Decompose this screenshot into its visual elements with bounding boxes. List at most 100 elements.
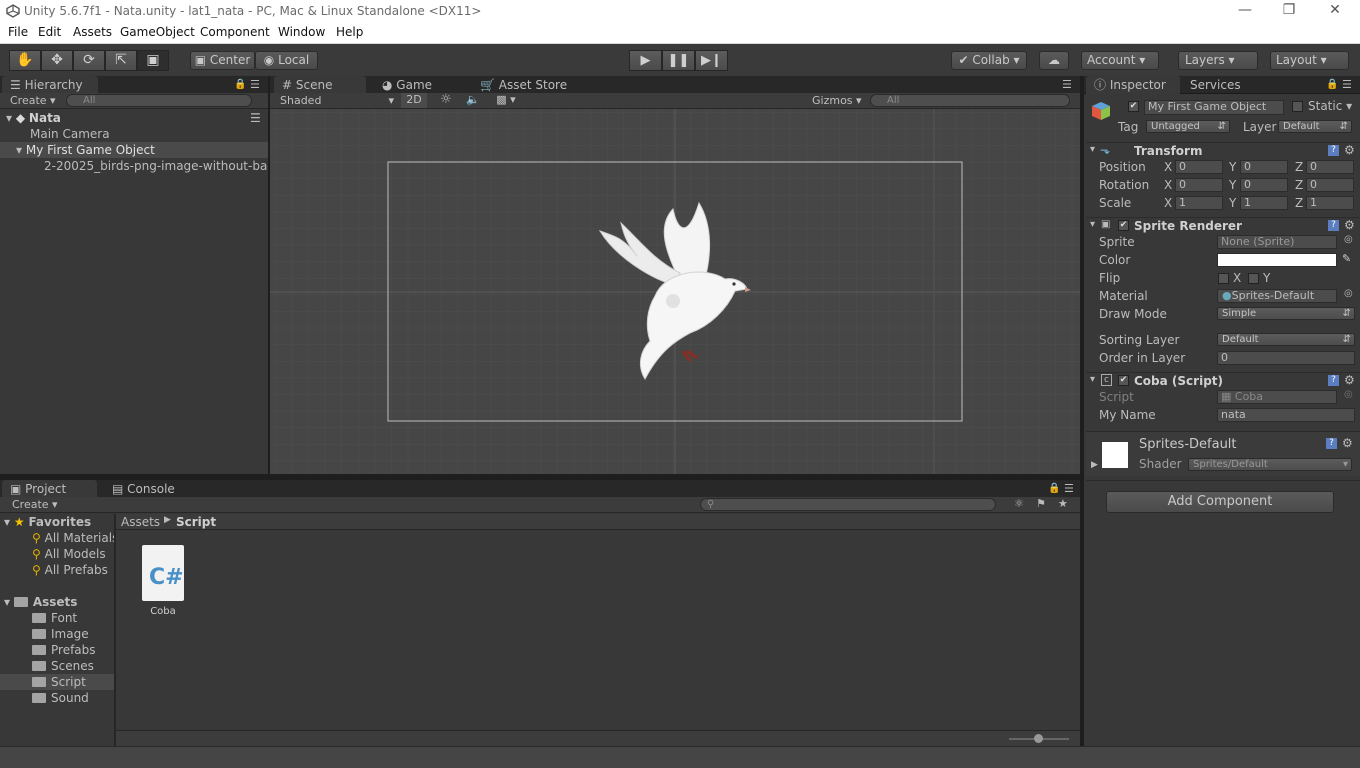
- object-name-field[interactable]: My First Game Object: [1144, 100, 1284, 115]
- panel-menu-icon[interactable]: ☰: [1342, 78, 1352, 91]
- menu-file[interactable]: File: [8, 25, 28, 39]
- audio-icon[interactable]: 🔈: [462, 93, 484, 107]
- sprite-renderer-enabled-checkbox[interactable]: ✔: [1118, 220, 1129, 231]
- lighting-icon[interactable]: ☼: [435, 93, 457, 107]
- pivot-center-button[interactable]: ▣ Center: [190, 51, 255, 70]
- folder-script[interactable]: Script: [32, 674, 86, 690]
- lock-icon[interactable]: 🔒: [234, 79, 246, 90]
- menu-edit[interactable]: Edit: [38, 25, 61, 39]
- breadcrumb-assets[interactable]: Assets: [121, 515, 160, 529]
- gear-icon[interactable]: ⚙: [1344, 143, 1355, 157]
- minimize-icon[interactable]: —: [1234, 2, 1256, 22]
- scale-tool-icon[interactable]: ⇱: [105, 50, 137, 71]
- hierarchy-scene-row[interactable]: ▾ ◆ Nata ☰: [0, 110, 268, 126]
- folder-sound[interactable]: Sound: [32, 690, 89, 706]
- add-component-button[interactable]: Add Component: [1106, 491, 1334, 513]
- menu-component[interactable]: Component: [200, 25, 270, 39]
- folder-scenes[interactable]: Scenes: [32, 658, 94, 674]
- my-name-field[interactable]: nata: [1217, 408, 1355, 422]
- layer-dropdown[interactable]: Default ⇵: [1278, 120, 1352, 133]
- object-picker-icon[interactable]: ◎: [1344, 234, 1353, 245]
- folder-prefabs[interactable]: Prefabs: [32, 642, 96, 658]
- tab-hierarchy[interactable]: ☰ Hierarchy: [2, 76, 98, 94]
- favorite-star-icon[interactable]: ★: [1058, 497, 1068, 510]
- 2d-toggle-button[interactable]: 2D: [401, 93, 427, 108]
- position-y-field[interactable]: 0: [1240, 160, 1288, 174]
- draw-mode-dropdown[interactable]: Simple ⇵: [1217, 307, 1355, 320]
- hierarchy-item-bird-sprite[interactable]: 2-20025_birds-png-image-without-back: [0, 158, 268, 174]
- filter-label-icon[interactable]: ⚑: [1036, 497, 1046, 510]
- material-preview-section[interactable]: Sprites-Default Shader Sprites/Default ▾ …: [1086, 431, 1360, 476]
- favorite-all-prefabs[interactable]: ⚲ All Prefabs: [32, 562, 108, 578]
- script-enabled-checkbox[interactable]: ✔: [1118, 375, 1129, 386]
- scale-y-field[interactable]: 1: [1240, 196, 1288, 210]
- project-create-dropdown[interactable]: Create ▾: [12, 498, 58, 512]
- help-icon[interactable]: ?: [1326, 438, 1337, 449]
- scene-search-input[interactable]: All: [870, 94, 1070, 107]
- position-z-field[interactable]: 0: [1306, 160, 1354, 174]
- tab-inspector[interactable]: ⓘ Inspector: [1086, 76, 1180, 94]
- tab-services[interactable]: Services: [1182, 76, 1262, 94]
- layers-dropdown[interactable]: Layers ▾: [1178, 51, 1258, 70]
- panel-menu-icon[interactable]: ☰: [1062, 78, 1072, 91]
- panel-menu-icon[interactable]: ☰: [250, 78, 260, 91]
- static-dropdown[interactable]: Static ▾: [1308, 99, 1352, 113]
- active-checkbox[interactable]: ✔: [1128, 101, 1139, 112]
- lock-icon[interactable]: 🔒: [1326, 79, 1338, 90]
- favorite-all-materials[interactable]: ⚲ All Materials: [32, 530, 118, 546]
- eyedropper-icon[interactable]: ✎: [1342, 252, 1351, 265]
- pause-button[interactable]: ❚❚: [662, 50, 695, 71]
- effects-icon[interactable]: ▩ ▾: [490, 93, 522, 107]
- transform-header[interactable]: ▾ ⬎ Transform ? ⚙: [1086, 142, 1360, 158]
- breadcrumb-script[interactable]: Script: [176, 515, 216, 529]
- play-button[interactable]: ▶: [629, 50, 662, 71]
- scale-x-field[interactable]: 1: [1175, 196, 1223, 210]
- menu-assets[interactable]: Assets: [73, 25, 112, 39]
- script-component-header[interactable]: ▾ c ✔ Coba (Script) ? ⚙: [1086, 372, 1360, 388]
- folder-font[interactable]: Font: [32, 610, 77, 626]
- menu-help[interactable]: Help: [336, 25, 363, 39]
- lock-icon[interactable]: 🔒: [1048, 483, 1060, 494]
- static-checkbox[interactable]: [1292, 101, 1303, 112]
- flip-y-checkbox[interactable]: [1248, 273, 1259, 284]
- close-icon[interactable]: ✕: [1324, 2, 1346, 22]
- hierarchy-create-dropdown[interactable]: Create ▾: [10, 94, 56, 108]
- object-picker-icon[interactable]: ◎: [1344, 288, 1353, 299]
- folder-image[interactable]: Image: [32, 626, 89, 642]
- favorite-all-models[interactable]: ⚲ All Models: [32, 546, 106, 562]
- icon-size-slider-handle[interactable]: [1034, 734, 1043, 743]
- step-button[interactable]: ▶❙: [695, 50, 728, 71]
- flip-x-checkbox[interactable]: [1218, 273, 1229, 284]
- tab-asset-store[interactable]: 🛒 Asset Store: [472, 76, 592, 94]
- scale-z-field[interactable]: 1: [1306, 196, 1354, 210]
- layout-dropdown[interactable]: Layout ▾: [1270, 51, 1349, 70]
- gear-icon[interactable]: ⚙: [1344, 373, 1355, 387]
- project-search-input[interactable]: ⚲: [700, 498, 996, 511]
- sprite-field[interactable]: None (Sprite): [1217, 235, 1337, 249]
- rect-tool-icon[interactable]: ▣: [137, 50, 169, 71]
- scene-viewport[interactable]: [270, 109, 1080, 474]
- move-tool-icon[interactable]: ✥: [41, 50, 73, 71]
- maximize-icon[interactable]: ❐: [1278, 2, 1300, 22]
- assets-folder[interactable]: ▾ Assets: [4, 594, 77, 610]
- shader-dropdown[interactable]: Sprites/Default ▾: [1188, 458, 1352, 471]
- account-dropdown[interactable]: Account ▾: [1081, 51, 1159, 70]
- filter-type-icon[interactable]: ⚛: [1014, 497, 1024, 510]
- order-in-layer-field[interactable]: 0: [1217, 351, 1355, 365]
- tag-dropdown[interactable]: Untagged ⇵: [1146, 120, 1230, 133]
- gizmos-dropdown[interactable]: Gizmos ▾: [812, 94, 862, 108]
- rotation-z-field[interactable]: 0: [1306, 178, 1354, 192]
- menu-gameobject[interactable]: GameObject: [120, 25, 195, 39]
- collab-button[interactable]: ✔ Collab ▾: [951, 51, 1027, 70]
- file-coba[interactable]: C# Coba: [140, 545, 186, 617]
- help-icon[interactable]: ?: [1328, 220, 1339, 231]
- shading-dropdown[interactable]: Shaded ▾: [280, 94, 394, 108]
- rotate-tool-icon[interactable]: ⟳: [73, 50, 105, 71]
- panel-menu-icon[interactable]: ☰: [1064, 482, 1074, 495]
- gear-icon[interactable]: ⚙: [1342, 436, 1353, 450]
- tab-scene[interactable]: # Scene: [274, 76, 366, 94]
- hierarchy-search-input[interactable]: All: [66, 94, 252, 107]
- dove-sprite[interactable]: [595, 201, 755, 386]
- hand-tool-icon[interactable]: ✋: [9, 50, 41, 71]
- material-field[interactable]: ●Sprites-Default: [1217, 289, 1337, 303]
